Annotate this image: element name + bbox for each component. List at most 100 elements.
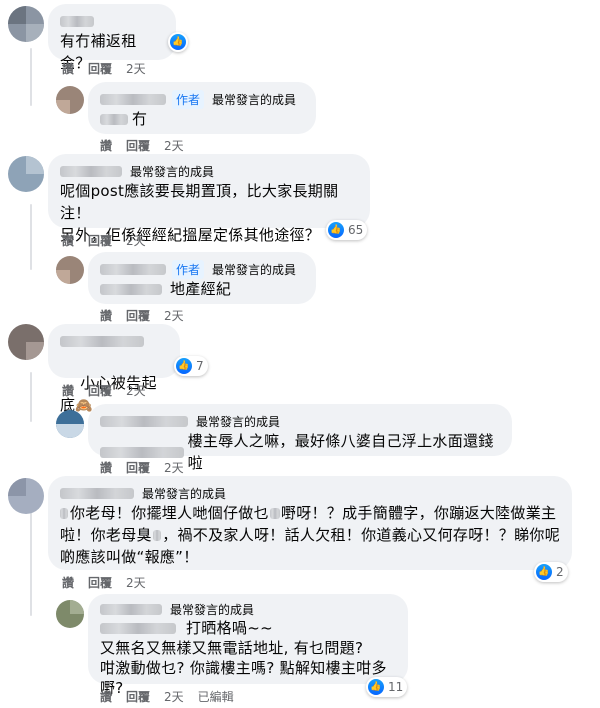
top-fan-badge: 最常發言的成員 bbox=[212, 262, 297, 277]
comment-text-line1b: 嘢呀！？成手簡體字，你蹦返大陸做業主 bbox=[280, 504, 557, 522]
timestamp[interactable]: 2天 bbox=[126, 574, 146, 591]
timestamp[interactable]: 2天 bbox=[164, 459, 184, 476]
blurred-text bbox=[100, 622, 176, 634]
comment-text-line2: 又無名又無樣又無電話地址, 有乜問題? bbox=[100, 639, 364, 657]
like-button[interactable]: 讚 bbox=[100, 137, 112, 154]
comment-actions: 讚 回覆 2天 bbox=[62, 382, 146, 399]
like-button[interactable]: 讚 bbox=[100, 459, 112, 476]
avatar[interactable] bbox=[8, 324, 44, 360]
thread-line bbox=[30, 512, 32, 616]
comment-bubble: 作者 最常發言的成員 地產經紀 bbox=[88, 252, 316, 304]
like-count: 65 bbox=[348, 223, 364, 237]
blurred-text bbox=[100, 446, 184, 458]
comment-bubble: 最常發言的成員 呢個post應該要長期置頂，比大家長期關注！ 另外，佢係經經紀搵… bbox=[48, 154, 370, 244]
blurred-author-name[interactable] bbox=[100, 93, 166, 105]
avatar[interactable] bbox=[56, 410, 84, 438]
comment-actions: 讚 回覆 2天 bbox=[62, 232, 146, 249]
comment-bubble: 作者 最常發言的成員 冇 bbox=[88, 82, 316, 134]
blurred-text bbox=[100, 113, 128, 125]
comment-text-line2: 啦！你老母臭 bbox=[60, 526, 152, 544]
top-fan-badge: 最常發言的成員 bbox=[130, 164, 215, 179]
comment-actions: 讚 回覆 2天 bbox=[100, 137, 184, 154]
top-fan-badge: 最常發言的成員 bbox=[212, 92, 297, 107]
avatar[interactable] bbox=[8, 156, 44, 192]
comment-text: 冇 bbox=[132, 110, 148, 128]
avatar[interactable] bbox=[8, 478, 44, 514]
like-button[interactable]: 讚 bbox=[62, 60, 74, 77]
blurred-text bbox=[269, 507, 280, 519]
author-badge: 作者 bbox=[172, 259, 205, 279]
comment-actions: 讚 回覆 2天 已編輯 bbox=[100, 688, 234, 705]
timestamp[interactable]: 2天 bbox=[126, 382, 146, 399]
edited-label: 已編輯 bbox=[197, 690, 234, 704]
like-count: 7 bbox=[196, 359, 204, 373]
blurred-text bbox=[60, 507, 68, 519]
blurred-author-name[interactable] bbox=[60, 487, 134, 499]
timestamp[interactable]: 2天 bbox=[164, 688, 184, 705]
comment-text-line2b: ，禍不及家人呀！話人欠租！你道義心又何存呀！？睇你呢 bbox=[162, 526, 560, 544]
avatar[interactable] bbox=[56, 86, 84, 114]
like-reaction-icon: 👍 bbox=[170, 34, 186, 50]
comment-text-line1: 你老母！你擺埋人哋個仔做乜 bbox=[70, 504, 269, 522]
like-button[interactable]: 讚 bbox=[100, 307, 112, 324]
reaction-count[interactable]: 👍 11 bbox=[366, 677, 408, 697]
like-reaction-icon: 👍 bbox=[328, 222, 344, 238]
like-reaction-icon: 👍 bbox=[176, 358, 192, 374]
avatar[interactable] bbox=[56, 256, 84, 284]
reply-button[interactable]: 回覆 bbox=[88, 574, 112, 591]
reaction-count[interactable]: 👍 2 bbox=[534, 562, 568, 582]
comment-bubble: 最常發言的成員 打晒格喎~~ 又無名又無樣又無電話地址, 有乜問題? 咁激動做乜… bbox=[88, 594, 408, 697]
reaction-count[interactable]: 👍 65 bbox=[326, 220, 368, 240]
top-fan-badge: 最常發言的成員 bbox=[142, 486, 227, 501]
blurred-author-name[interactable] bbox=[100, 603, 162, 615]
like-button[interactable]: 讚 bbox=[62, 232, 74, 249]
reply-button[interactable]: 回覆 bbox=[88, 60, 112, 77]
timestamp[interactable]: 2天 bbox=[164, 137, 184, 154]
comment-text-line1: 打晒格喎~~ bbox=[186, 619, 273, 637]
comment-bubble: 最常發言的成員 樓主辱人之嘛，最好條八婆自己浮上水面還錢啦 bbox=[88, 404, 512, 472]
top-fan-badge: 最常發言的成員 bbox=[196, 414, 281, 429]
like-count: 2 bbox=[556, 565, 564, 579]
like-button[interactable]: 讚 bbox=[62, 574, 74, 591]
reply-button[interactable]: 回覆 bbox=[126, 307, 150, 324]
reply-button[interactable]: 回覆 bbox=[88, 382, 112, 399]
timestamp[interactable]: 2天 bbox=[164, 307, 184, 324]
timestamp[interactable]: 2天 bbox=[126, 60, 146, 77]
blurred-author-name[interactable] bbox=[100, 263, 166, 275]
comment-actions: 讚 回覆 2天 bbox=[62, 574, 146, 591]
timestamp[interactable]: 2天 bbox=[126, 232, 146, 249]
reply-button[interactable]: 回覆 bbox=[126, 459, 150, 476]
avatar[interactable] bbox=[56, 600, 84, 628]
like-button[interactable]: 讚 bbox=[100, 688, 112, 705]
thread-line bbox=[30, 372, 32, 422]
like-button[interactable]: 讚 bbox=[62, 382, 74, 399]
blurred-author-name[interactable] bbox=[100, 415, 188, 427]
blurred-author-name[interactable] bbox=[60, 15, 94, 27]
reply-button[interactable]: 回覆 bbox=[126, 137, 150, 154]
comment-bubble: 有冇補返租金？ bbox=[48, 4, 176, 72]
avatar[interactable] bbox=[8, 6, 44, 42]
like-reaction-icon: 👍 bbox=[368, 679, 384, 695]
comment-text-line3: 啲應該叫做“報應”！ bbox=[60, 548, 199, 566]
like-reaction-icon: 👍 bbox=[536, 564, 552, 580]
thread-line bbox=[30, 48, 32, 106]
reply-button[interactable]: 回覆 bbox=[126, 688, 150, 705]
comment-bubble: 小心被告起底🙈 bbox=[48, 324, 180, 414]
reaction-count[interactable]: 👍 7 bbox=[174, 356, 208, 376]
reaction-count[interactable]: 👍 bbox=[168, 32, 188, 52]
blurred-author-name[interactable] bbox=[60, 335, 144, 347]
comment-text: 地產經紀 bbox=[170, 280, 232, 298]
blurred-author-name[interactable] bbox=[60, 165, 122, 177]
thread-line bbox=[30, 204, 32, 270]
comment-actions: 讚 回覆 2天 bbox=[62, 60, 146, 77]
author-badge: 作者 bbox=[172, 89, 205, 109]
blurred-text bbox=[100, 283, 162, 295]
top-fan-badge: 最常發言的成員 bbox=[170, 602, 255, 617]
comment-actions: 讚 回覆 2天 bbox=[100, 307, 184, 324]
like-count: 11 bbox=[388, 680, 404, 694]
comment-text: 樓主辱人之嘛，最好條八婆自己浮上水面還錢啦 bbox=[187, 432, 494, 472]
comment-actions: 讚 回覆 2天 bbox=[100, 459, 184, 476]
blurred-text bbox=[152, 529, 162, 541]
comment-bubble: 最常發言的成員 你老母！你擺埋人哋個仔做乜 嘢呀！？成手簡體字，你蹦返大陸做業主… bbox=[48, 476, 572, 570]
reply-button[interactable]: 回覆 bbox=[88, 232, 112, 249]
